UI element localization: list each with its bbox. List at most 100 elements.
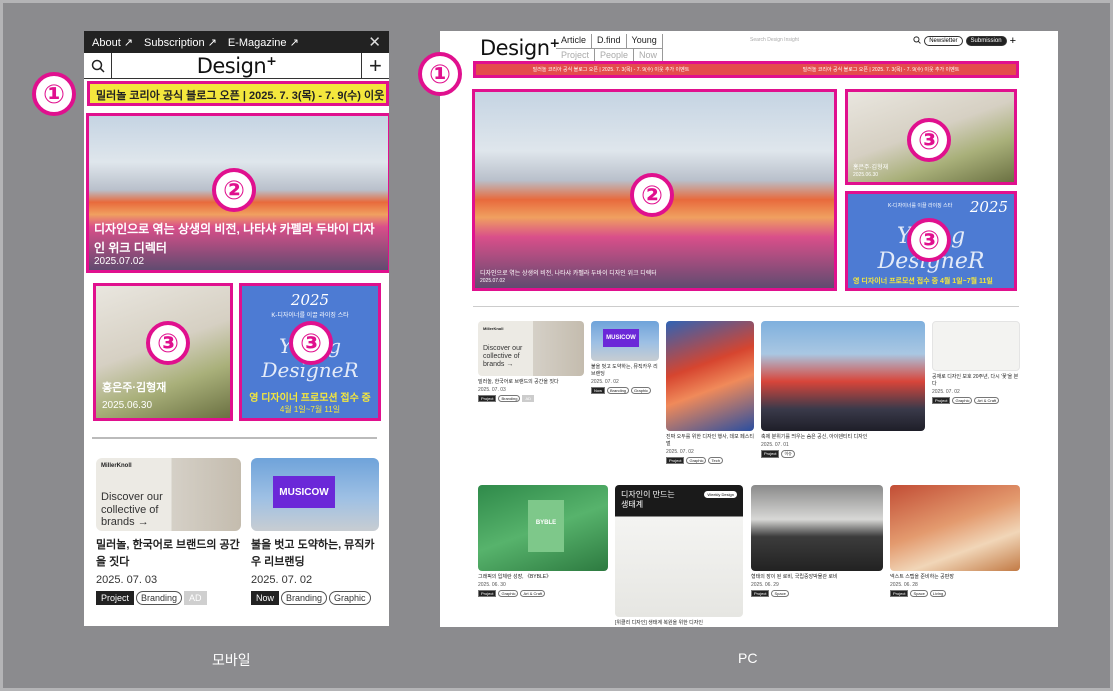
search-icon[interactable] xyxy=(84,52,112,79)
submission-button[interactable]: Submission xyxy=(965,36,1007,46)
news-title: 그래픽의 입체란 성장, 《BYBLE》 xyxy=(478,574,552,580)
about-link[interactable]: About ↗ xyxy=(92,36,133,49)
news-title: [위클리 디자인] 생태계 복원을 위한 디자인 xyxy=(615,620,703,626)
tag-tech[interactable]: Tech xyxy=(708,457,723,464)
pc-news-item[interactable]: 축제 분위기를 띄우는 숨은 공신, 아이덴티티 디자인 2025. 07. 0… xyxy=(761,321,925,458)
card-dates: 4월 1일~7월 11일 xyxy=(279,405,341,414)
tag-branding[interactable]: Branding xyxy=(281,591,328,605)
subscription-link[interactable]: Subscription ↗ xyxy=(144,36,217,49)
plus-icon[interactable]: + xyxy=(1010,35,1016,47)
news-thumbnail xyxy=(932,321,1020,371)
close-icon[interactable]: ✕ xyxy=(368,33,381,51)
nav-young[interactable]: Young xyxy=(627,34,663,48)
annotation-badge-2: ② xyxy=(212,168,256,212)
news-title: 형태의 장이 된 로비, 국립중앙박물관 로비 xyxy=(751,574,838,580)
tag-ad[interactable]: AD xyxy=(184,591,207,605)
tag-now[interactable]: Now xyxy=(251,591,280,605)
tag-art-craft[interactable]: Art & Craft xyxy=(974,397,1000,404)
tag-project[interactable]: Project xyxy=(666,457,685,464)
tag-now[interactable]: Now xyxy=(591,387,606,394)
tag-project[interactable]: Project xyxy=(96,591,135,605)
search-icon[interactable] xyxy=(913,36,921,46)
tag-project[interactable]: Project xyxy=(932,397,951,404)
news-date: 2025. 06. 29 xyxy=(751,582,779,588)
mobile-caption: 모바일 xyxy=(212,652,251,668)
tag-graphic[interactable]: Graphic xyxy=(952,397,973,404)
nav-project[interactable]: Project xyxy=(556,48,596,62)
tag-project[interactable]: Project xyxy=(751,590,770,597)
pc-news-item[interactable]: 형태의 장이 된 로비, 국립중앙박물관 로비 2025. 06. 29 Pro… xyxy=(751,485,883,597)
news-thumbnail xyxy=(751,485,883,571)
pc-news-item[interactable]: 넥스트 스텝을 준비하는 공판장 2025. 06. 28 Project Sp… xyxy=(890,485,1020,597)
tag-graphic[interactable]: Graphic xyxy=(329,591,371,605)
search-input[interactable]: Search Design Insight xyxy=(750,37,799,43)
news-date: 2025. 07. 02 xyxy=(666,449,694,455)
tag-graphic[interactable]: Graphic xyxy=(498,590,519,597)
news-date: 2025. 07. 02 xyxy=(591,379,619,385)
news-date: 2025. 07. 01 xyxy=(761,442,789,448)
byble-label: BYBLE xyxy=(528,500,564,552)
tag-project[interactable]: Project xyxy=(890,590,909,597)
tag-branding[interactable]: Branding xyxy=(607,387,630,394)
news-title: 넥스트 스텝을 준비하는 공판장 xyxy=(890,574,954,580)
pc-news-item[interactable]: MUSICOW 불을 벗고 도약하는, 뮤직카우 리브랜딩 2025. 07. … xyxy=(591,321,659,394)
pc-news-item[interactable]: 공재로 디자인 보호 20주년, 다시 '꽃'을 본다 2025. 07. 02… xyxy=(932,321,1020,404)
design-logo[interactable]: Design+ xyxy=(197,53,277,78)
divider xyxy=(92,437,377,439)
nav-now[interactable]: Now xyxy=(634,48,664,62)
nav-article[interactable]: Article xyxy=(556,34,593,48)
tag-ad[interactable]: AD xyxy=(522,395,535,402)
news-title: 공재로 디자인 보호 20주년, 다시 '꽃'을 본다 xyxy=(932,374,1019,387)
pc-nav: Article D.find Young Project People Now xyxy=(556,34,664,62)
tag-graphic[interactable]: Graphic xyxy=(686,457,707,464)
news-date: 2025. 07. 03 xyxy=(96,574,158,586)
nav-people[interactable]: People xyxy=(595,48,635,62)
annotation-badge-3: ③ xyxy=(289,321,333,365)
pc-ticker-banner[interactable]: 밀러놀 코리아 공식 블로그 오픈 | 2025. 7. 3(목) - 7. 9… xyxy=(473,61,1019,78)
mobile-ticker-banner[interactable]: 밀러놀 코리아 공식 블로그 오픈 | 2025. 7. 3(목) - 7. 9… xyxy=(87,81,389,106)
newsletter-button[interactable]: Newsletter xyxy=(924,36,963,46)
card-date: 2025.06.30 xyxy=(853,172,879,178)
tag-project[interactable]: Project xyxy=(761,450,780,458)
tag-space[interactable]: Space xyxy=(910,590,928,597)
annotation-badge-2: ② xyxy=(630,173,674,217)
hero-title: 디자인으로 엮는 상생의 비전, 나타샤 카펠라 두바이 디자인 위크 디렉터 xyxy=(480,271,657,277)
pc-header-actions: Newsletter Submission + xyxy=(913,35,1016,47)
tag-project[interactable]: Project xyxy=(478,590,497,597)
tag-project[interactable]: Project xyxy=(478,395,497,402)
card-subtitle: K-디자이너를 이끌 라이징 스타 xyxy=(888,203,953,209)
pc-news-item[interactable]: MillerKnoll Discover our collective of b… xyxy=(478,321,584,402)
mobile-news-item[interactable]: MUSICOW 불을 벗고 도약하는, 뮤직카우 리브랜딩 2025. 07. … xyxy=(251,458,379,605)
news-date: 2025. 06. 28 xyxy=(890,582,918,588)
plus-icon[interactable]: + xyxy=(360,52,389,79)
emagazine-link[interactable]: E-Magazine ↗ xyxy=(228,36,299,49)
annotation-badge-1: ① xyxy=(418,52,462,96)
card-title: 홍은주·김형재 xyxy=(102,382,167,394)
news-thumbnail: MillerKnoll Discover our collective of b… xyxy=(96,458,241,531)
news-thumbnail xyxy=(666,321,754,431)
hero-date: 2025.07.02 xyxy=(94,256,145,267)
tag-graphic[interactable]: Graphic xyxy=(631,387,652,394)
tag-issue[interactable]: 이슈 xyxy=(781,450,795,458)
design-logo[interactable]: Design+ xyxy=(480,35,560,60)
annotation-badge-3: ③ xyxy=(907,218,951,262)
mobile-news-item[interactable]: MillerKnoll Discover our collective of b… xyxy=(96,458,241,605)
news-date: 2025. 06. 30 xyxy=(478,582,506,588)
tag-branding[interactable]: Branding xyxy=(498,395,521,402)
mobile-screenshot: About ↗ Subscription ↗ E-Magazine ↗ ✕ De… xyxy=(84,31,389,626)
news-date: 2025. 07. 02 xyxy=(932,389,960,395)
tag-branding[interactable]: Branding xyxy=(136,591,183,605)
news-thumbnail: BYBLE xyxy=(478,485,608,571)
pc-screenshot: Design+ Article D.find Young Project Peo… xyxy=(440,31,1058,627)
pc-news-item[interactable]: BYBLE 그래픽의 입체란 성장, 《BYBLE》 2025. 06. 30 … xyxy=(478,485,608,597)
card-date: 2025.06.30 xyxy=(102,400,153,411)
nav-dfind[interactable]: D.find xyxy=(592,34,627,48)
news-date: 2025. 07. 03 xyxy=(478,387,506,393)
pc-news-item[interactable]: 디자인이 만드는 생태계 Weekly Design [위클리 디자인] 생태계… xyxy=(615,485,743,627)
thumbnail-text: Discover our collective of brands → xyxy=(101,491,163,529)
tag-space[interactable]: Space xyxy=(771,590,789,597)
tag-living[interactable]: Living xyxy=(929,590,947,597)
tag-art-craft[interactable]: Art & Craft xyxy=(520,590,546,597)
pc-news-item[interactable]: 진짜 오두를 위한 디자인 행사, 데모 페스티벌 2025. 07. 02 P… xyxy=(666,321,754,464)
mobile-top-bar: About ↗ Subscription ↗ E-Magazine ↗ ✕ xyxy=(84,31,389,53)
